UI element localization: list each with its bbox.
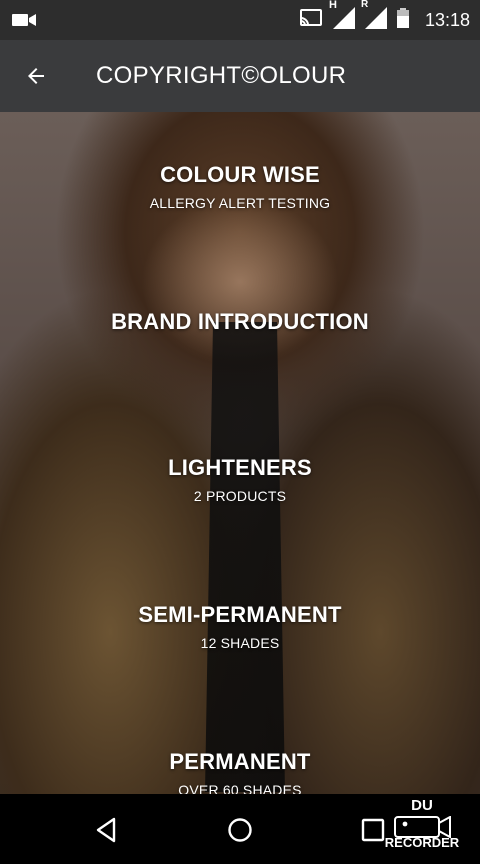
network-type-label: H bbox=[328, 0, 337, 11]
navigation-bar: DU RECORDER bbox=[0, 794, 480, 864]
recorder-du-label: DU bbox=[411, 797, 433, 814]
menu-item-title: BRAND INTRODUCTION bbox=[111, 309, 369, 334]
back-triangle-icon bbox=[96, 817, 116, 843]
status-time: 13:18 bbox=[424, 9, 470, 30]
menu-item-subtitle: OVER 60 SHADES bbox=[178, 782, 302, 794]
signal-icon: H bbox=[329, 0, 355, 34]
menu-item-brand-introduction[interactable]: BRAND INTRODUCTION bbox=[0, 309, 480, 335]
nav-home-button[interactable] bbox=[218, 808, 262, 852]
menu-item-title: COLOUR WISE bbox=[160, 162, 320, 187]
arrow-back-icon bbox=[28, 68, 44, 84]
menu-item-lighteners[interactable]: LIGHTENERS 2 PRODUCTS bbox=[0, 455, 480, 504]
menu-item-title: PERMANENT bbox=[169, 749, 311, 774]
menu-item-subtitle: 2 PRODUCTS bbox=[193, 488, 287, 504]
signal-roaming-icon: R bbox=[361, 0, 387, 34]
menu-item-colour-wise[interactable]: COLOUR WISE ALLERGY ALERT TESTING bbox=[0, 162, 480, 211]
du-recorder-overlay[interactable]: DU RECORDER bbox=[382, 798, 462, 860]
roaming-label: R bbox=[360, 0, 369, 10]
video-icon bbox=[12, 12, 36, 33]
background-photo-detail bbox=[205, 322, 285, 792]
page-title: COPYRIGHT©OLOUR bbox=[96, 62, 347, 89]
back-button[interactable] bbox=[14, 54, 58, 98]
menu-item-semi-permanent[interactable]: SEMI-PERMANENT 12 SHADES bbox=[0, 602, 480, 651]
app-bar: COPYRIGHT©OLOUR bbox=[0, 40, 480, 112]
menu-item-permanent[interactable]: PERMANENT OVER 60 SHADES bbox=[0, 749, 480, 794]
status-bar: H R 13:18 bbox=[0, 0, 480, 40]
menu-item-subtitle: 12 SHADES bbox=[200, 635, 280, 651]
menu-item-title: SEMI-PERMANENT bbox=[138, 602, 342, 627]
recorder-camera-icon bbox=[394, 815, 452, 843]
menu-item-subtitle: ALLERGY ALERT TESTING bbox=[149, 195, 331, 211]
cast-icon bbox=[299, 8, 323, 33]
menu-item-title: LIGHTENERS bbox=[168, 455, 312, 480]
nav-back-button[interactable] bbox=[84, 808, 128, 852]
home-circle-icon bbox=[228, 818, 252, 842]
content-background-image: COLOUR WISE ALLERGY ALERT TESTING BRAND … bbox=[0, 112, 480, 794]
battery-icon bbox=[396, 7, 409, 33]
